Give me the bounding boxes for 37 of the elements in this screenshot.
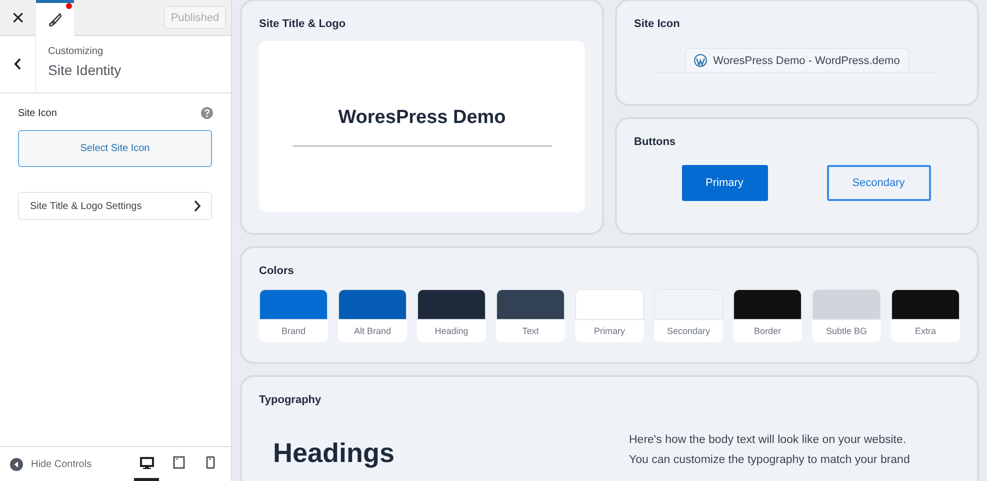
wordpress-logo-icon (694, 54, 708, 67)
desktop-icon (140, 456, 154, 468)
swatch-label: Subtle BG (824, 326, 868, 336)
card-title: Site Icon (634, 18, 681, 30)
select-site-icon-button[interactable]: Select Site Icon (18, 130, 212, 167)
swatch-label: Alt Brand (352, 326, 392, 336)
swatch-label: Text (521, 326, 540, 336)
field-label: Site Icon (18, 108, 57, 118)
customize-tab[interactable] (36, 0, 74, 36)
close-button[interactable]: × (0, 0, 36, 35)
section-eyebrow: Customizing (48, 46, 104, 57)
section-title: Site Identity (48, 62, 122, 78)
heading-sample: Headings (273, 438, 396, 470)
body-text-sample: You can customize the typography to match your brand (629, 453, 910, 468)
swatch-label: Secondary (666, 326, 712, 336)
brush-icon (48, 12, 62, 26)
primary-button[interactable]: Primary (682, 165, 768, 201)
chevron-right-icon (193, 200, 201, 212)
tablet-icon (172, 456, 184, 469)
mobile-icon (206, 456, 215, 469)
card-title: Site Title & Logo (259, 18, 347, 30)
secondary-button[interactable]: Secondary (826, 165, 930, 201)
swatch-label: Border (752, 326, 782, 336)
card-title: Typography (259, 394, 322, 406)
swatch-label: Heading (434, 326, 470, 336)
swatch-label: Extra (914, 326, 937, 336)
collapse-icon (10, 458, 23, 470)
site-name: WoresPress Demo (338, 106, 506, 128)
swatch-label: Primary (593, 326, 626, 336)
help-icon (201, 107, 213, 119)
body-text-sample: Here's how the body text will look like on your website. (629, 433, 908, 448)
chevron-left-icon (14, 58, 22, 70)
card-title: Colors (259, 265, 295, 277)
card-title: Buttons (634, 136, 677, 148)
swatch-label: Brand (280, 326, 307, 336)
settings-nav-item[interactable]: Site Title & Logo Settings (18, 192, 212, 220)
hide-controls-button[interactable]: Hide Controls (10, 458, 92, 470)
